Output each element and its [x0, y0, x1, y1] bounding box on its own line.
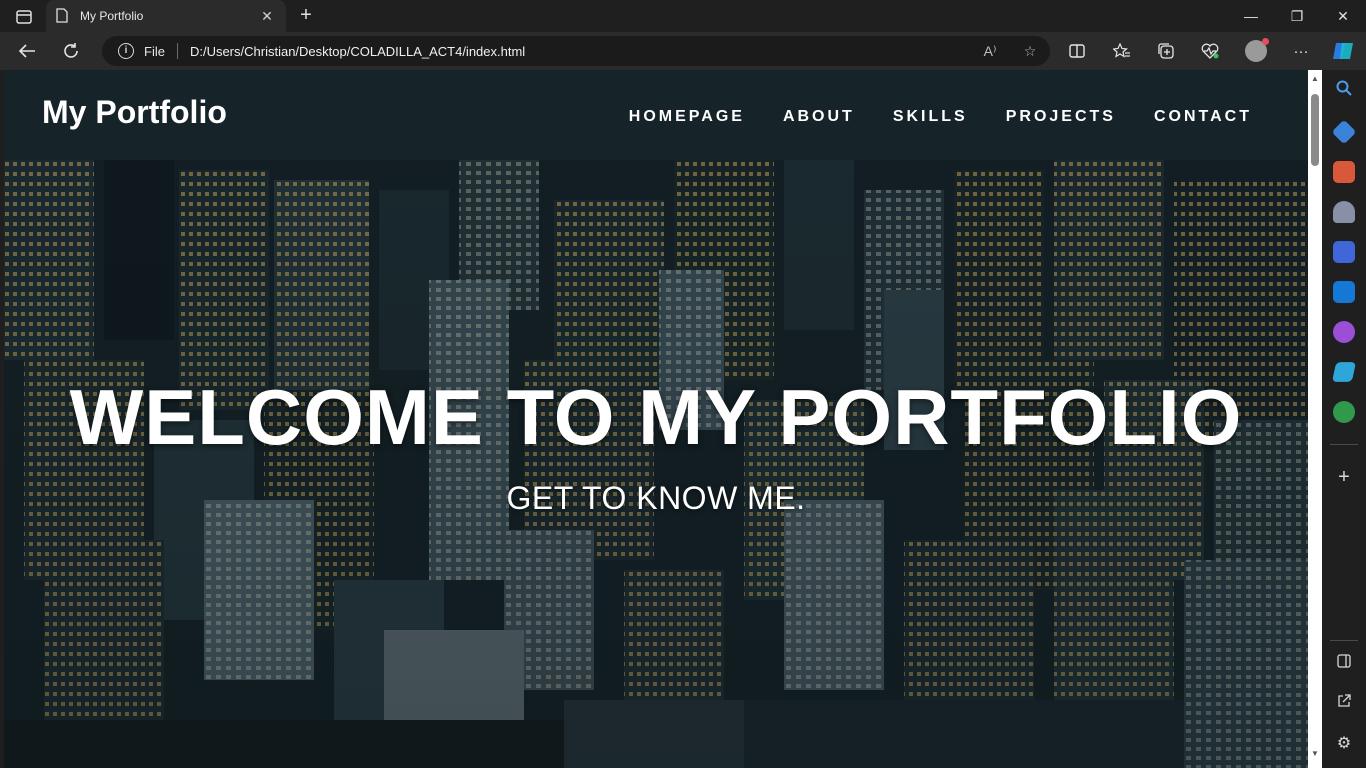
tree-icon[interactable] — [1333, 401, 1355, 423]
copilot-app-icon[interactable] — [1333, 241, 1355, 263]
favorites-icon — [1113, 43, 1130, 58]
info-icon[interactable]: i — [118, 43, 134, 59]
designer-icon[interactable] — [1333, 321, 1355, 343]
main-nav: HOMEPAGE ABOUT SKILLS PROJECTS CONTACT — [629, 108, 1252, 126]
scroll-thumb[interactable] — [1311, 94, 1319, 166]
tab-actions-icon — [16, 10, 32, 24]
collections-button[interactable] — [1151, 36, 1181, 66]
back-button[interactable] — [12, 36, 42, 66]
avatar — [1245, 38, 1269, 62]
site-logo[interactable]: My Portfolio — [42, 94, 227, 131]
page-scrollbar[interactable]: ▲ ▼ — [1308, 70, 1322, 768]
page-viewport: My Portfolio HOMEPAGE ABOUT SKILLS PROJE… — [4, 70, 1308, 768]
more-options-icon[interactable]: ··· — [1286, 36, 1316, 66]
back-arrow-icon — [18, 44, 35, 58]
hero-section: WELCOME TO MY PORTFOLIO GET TO KNOW ME. — [4, 160, 1308, 768]
favorite-star-icon[interactable]: ☆ — [1010, 43, 1050, 60]
browser-essentials-button[interactable] — [1195, 36, 1225, 66]
outlook-icon[interactable] — [1333, 281, 1355, 303]
sidebar-divider — [1330, 640, 1358, 641]
city-skyline-background — [4, 160, 1308, 768]
settings-icon[interactable]: ⚙ — [1333, 733, 1355, 755]
title-bar: My Portfolio ✕ + — ❐ ✕ — [0, 0, 1366, 32]
copilot-icon — [1333, 43, 1353, 59]
new-tab-button[interactable]: + — [294, 4, 318, 28]
scroll-up-icon[interactable]: ▲ — [1311, 74, 1319, 83]
favorites-button[interactable] — [1107, 36, 1137, 66]
briefcase-icon[interactable] — [1333, 161, 1355, 183]
nav-about[interactable]: ABOUT — [783, 108, 855, 126]
search-icon[interactable] — [1333, 80, 1355, 102]
page-icon — [56, 8, 68, 23]
heart-pulse-icon — [1201, 43, 1219, 59]
split-screen-icon — [1069, 44, 1085, 58]
scheme-label: File — [144, 43, 165, 59]
nav-homepage[interactable]: HOMEPAGE — [629, 108, 745, 126]
browser-sidebar: + ⚙ — [1322, 70, 1366, 768]
browser-tab[interactable]: My Portfolio ✕ — [46, 0, 286, 32]
tag-icon[interactable] — [1331, 119, 1357, 145]
minimize-button[interactable]: — — [1228, 0, 1274, 32]
split-screen-button[interactable] — [1062, 36, 1092, 66]
split-icon[interactable] — [1333, 653, 1355, 675]
send-icon[interactable] — [1331, 362, 1357, 382]
nav-contact[interactable]: CONTACT — [1154, 108, 1252, 126]
refresh-icon — [64, 43, 78, 58]
chess-icon[interactable] — [1333, 201, 1355, 223]
restore-button[interactable]: ❐ — [1274, 0, 1320, 32]
read-aloud-icon[interactable]: A⁾ — [970, 43, 1010, 60]
url-text[interactable]: D:/Users/Christian/Desktop/COLADILLA_ACT… — [190, 44, 970, 59]
nav-projects[interactable]: PROJECTS — [1006, 108, 1116, 126]
address-separator — [176, 43, 178, 59]
scroll-down-icon[interactable]: ▼ — [1311, 749, 1319, 758]
copilot-button[interactable] — [1328, 36, 1358, 66]
hero-title: WELCOME TO MY PORTFOLIO — [69, 373, 1243, 461]
tab-title: My Portfolio — [80, 9, 144, 23]
refresh-button[interactable] — [56, 36, 86, 66]
tab-actions-button[interactable] — [10, 6, 38, 28]
close-tab-icon[interactable]: ✕ — [258, 8, 276, 25]
site-header: My Portfolio HOMEPAGE ABOUT SKILLS PROJE… — [4, 70, 1308, 160]
close-window-button[interactable]: ✕ — [1320, 0, 1366, 32]
hero-subtitle: GET TO KNOW ME. — [506, 480, 806, 516]
address-bar[interactable]: i File D:/Users/Christian/Desktop/COLADI… — [102, 36, 1050, 66]
sidebar-divider — [1330, 444, 1358, 445]
external-icon[interactable] — [1333, 693, 1355, 715]
profile-button[interactable] — [1241, 36, 1271, 66]
add-icon[interactable]: + — [1333, 466, 1355, 488]
nav-skills[interactable]: SKILLS — [893, 108, 968, 126]
collections-icon — [1158, 43, 1174, 59]
browser-toolbar: i File D:/Users/Christian/Desktop/COLADI… — [0, 32, 1366, 70]
